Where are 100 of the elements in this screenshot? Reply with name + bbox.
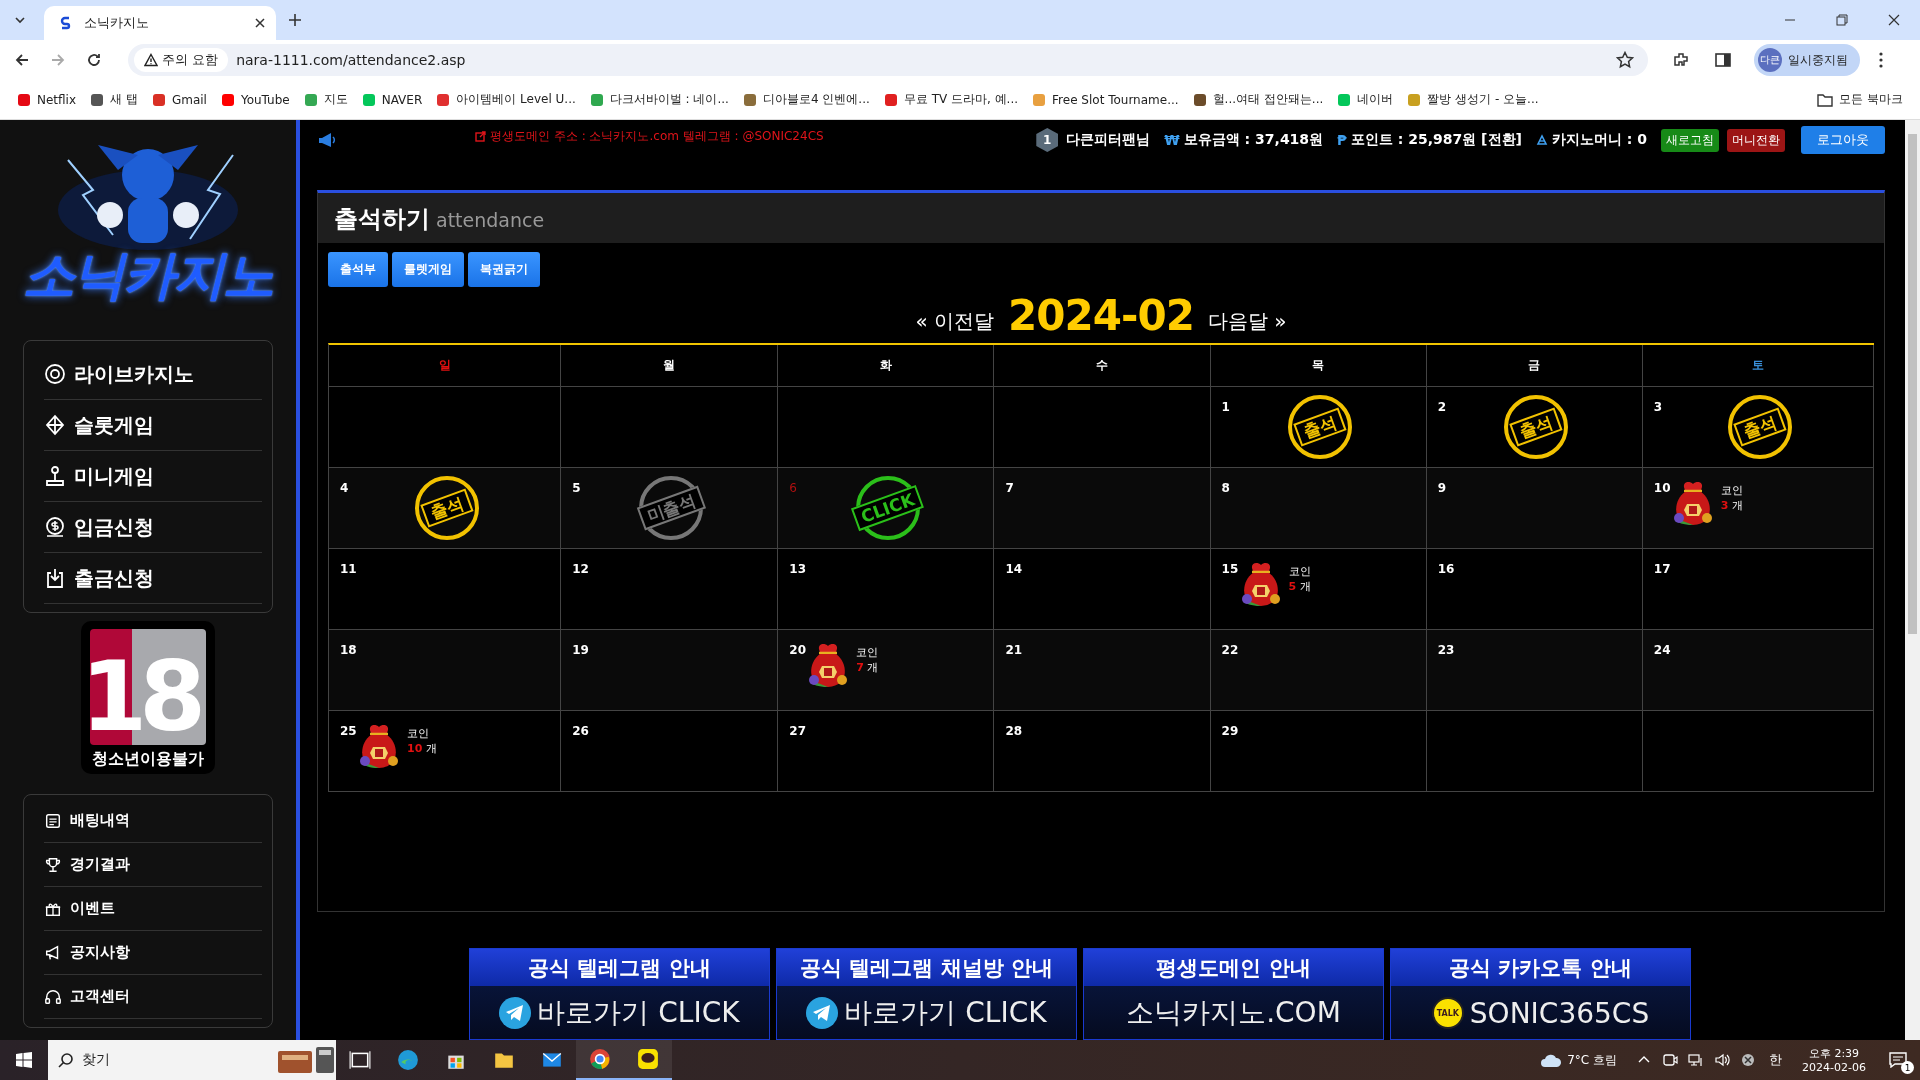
bookmark[interactable]: 무료 TV 드라마, 예... [876,87,1026,112]
notification-icon[interactable] [1889,1052,1907,1068]
extensions-icon[interactable] [1672,51,1690,69]
menu-item[interactable]: 이벤트 [44,887,262,931]
menu-item[interactable]: 라이브카지노 [44,349,262,400]
reload-icon[interactable] [86,52,102,68]
windows-start-icon[interactable] [16,1052,32,1068]
bookmark-favicon [1337,92,1352,107]
menu-item[interactable]: 미니게임 [44,451,262,502]
reward-count: 10 개 [407,741,437,756]
day-number: 3 [1653,400,1663,414]
profile-button[interactable]: 다큰 일시중지됨 [1754,44,1860,76]
bookmark[interactable]: 디아블로4 인벤에... [735,87,877,112]
user-name: 다큰피터팬님 [1066,131,1151,149]
scrollbar[interactable] [1905,120,1920,1040]
bookmark[interactable]: 아이템베이 Level U... [429,87,583,112]
panel-subtitle: attendance [436,209,545,231]
month-title: 2024-02 [1008,295,1194,337]
bookmark-label: YouTube [240,92,290,107]
speaker-icon[interactable] [1714,1052,1731,1068]
reward-count: 3 개 [1720,498,1743,513]
bookmark[interactable]: NAVER [354,88,430,111]
bookmark-favicon [17,92,31,107]
day-number: 28 [1005,724,1023,738]
site-logo[interactable]: 소닉카지노 [23,241,273,311]
previous-month-link[interactable]: « 이전달 [915,308,995,337]
banner[interactable]: 공식 카카오톡 안내 TALK SONIC365CS [1390,948,1691,1040]
day-number: 29 [1221,724,1239,738]
menu-item[interactable]: 입금신청 [44,502,262,553]
notice-text[interactable]: 평생도메인 주소 : 소닉카지노.com 텔레그램 : @SONIC24CS [490,127,824,145]
side-panel-icon[interactable] [1714,51,1732,69]
chat-app-icon[interactable] [637,1048,659,1070]
new-tab-icon[interactable] [288,13,302,27]
bookmark[interactable]: 모든 북마크 [1810,87,1910,112]
browser-tab[interactable]: 소닉카지노 [44,6,276,40]
taskbar-search-field[interactable]: 찾기 [48,1040,336,1080]
attendance-button[interactable]: 룰렛게임 [392,252,464,287]
banner[interactable]: 평생도메인 안내 소닉카지노.COM [1083,948,1384,1040]
menu-item[interactable]: 출금신청 [44,553,262,604]
profile-status: 일시중지됨 [1788,51,1848,69]
back-icon[interactable] [14,52,30,68]
bookmark-label: 아이템베이 Level U... [456,91,576,108]
bookmark[interactable]: 헐...여태 접안돼는... [1185,87,1331,112]
banner[interactable]: 공식 텔레그램 안내 바로가기 CLICK [469,948,770,1040]
day-number: 12 [572,562,589,576]
task-view-icon[interactable] [349,1049,371,1071]
bookmark-label: 지도 [323,91,348,108]
banner[interactable]: 공식 텔레그램 채널방 안내 바로가기 CLICK [776,948,1077,1040]
network-icon[interactable] [1688,1052,1705,1068]
close-icon[interactable] [1888,14,1900,26]
menu-item[interactable]: 배팅내역 [44,799,262,843]
tab-title: 소닉카지노 [84,14,150,32]
menu-item[interactable]: 고객센터 [44,975,262,1019]
close-icon[interactable] [254,17,266,29]
edge-browser-icon[interactable] [397,1049,419,1071]
bookmark-label: 다크서바이벌 : 네이... [609,91,729,108]
header-button[interactable]: 새로고침 [1661,128,1719,152]
bookmark-star-icon[interactable] [1616,51,1634,69]
clock[interactable]: 오후 2:39 2024-02-06 [1802,1046,1866,1074]
bookmark[interactable]: Netflix [10,88,84,111]
next-month-link[interactable]: 다음달 » [1207,308,1287,337]
cloud-icon[interactable] [1540,1052,1563,1068]
bookmark-label: 새 탭 [110,91,138,108]
menu-item[interactable]: 공지사항 [44,931,262,975]
blocked-icon[interactable] [1740,1052,1757,1068]
camera-icon[interactable] [1662,1052,1679,1068]
bookmark[interactable]: 새 탭 [83,87,145,112]
bookmark-label: Netflix [37,92,77,107]
bookmark-label: Gmail [171,92,207,107]
telegram-icon [806,997,839,1029]
day-number: 18 [340,643,357,657]
day-number: 14 [1005,562,1023,576]
attendance-button[interactable]: 복권긁기 [468,252,540,287]
bookmark[interactable]: YouTube [213,88,297,111]
chrome-icon[interactable] [589,1048,611,1070]
weather-text[interactable]: 7°C 흐림 [1567,1051,1618,1069]
reward-count: 7 개 [856,660,879,675]
bookmark[interactable]: 지도 [296,87,355,112]
bookmark-label: 헐...여태 접안돼는... [1212,91,1324,108]
day-number: 2 [1437,400,1447,414]
input-method-indicator[interactable]: 한 [1769,1051,1783,1069]
reward-label: 코인 [1720,483,1743,498]
menu-item[interactable]: 경기결과 [44,843,262,887]
bookmark[interactable]: 네이버 [1330,87,1401,112]
header-button[interactable]: 머니전환 [1727,128,1785,152]
currency-icon: ₱ [1337,132,1347,148]
stamp-label: 출석 [419,488,474,528]
header-button[interactable]: 로그아웃 [1801,126,1885,154]
bookmark[interactable]: Free Slot Tourname... [1025,88,1186,111]
security-chip[interactable]: 주의 요함 [134,48,229,72]
menu-icon[interactable] [1878,51,1884,69]
address-bar[interactable]: 주의 요함 nara-1111.com/attendance2.asp [128,44,1648,76]
bookmark[interactable]: 짤방 생성기 - 오늘... [1400,87,1546,112]
reward-label: 코인 [856,645,879,660]
bookmark[interactable]: 다크서바이벌 : 네이... [582,87,736,112]
day-number: 1 [1221,400,1230,414]
restore-icon[interactable] [1836,14,1848,26]
bookmark[interactable]: Gmail [144,88,214,111]
menu-item[interactable]: 슬롯게임 [44,400,262,451]
attendance-button[interactable]: 출석부 [328,252,388,287]
